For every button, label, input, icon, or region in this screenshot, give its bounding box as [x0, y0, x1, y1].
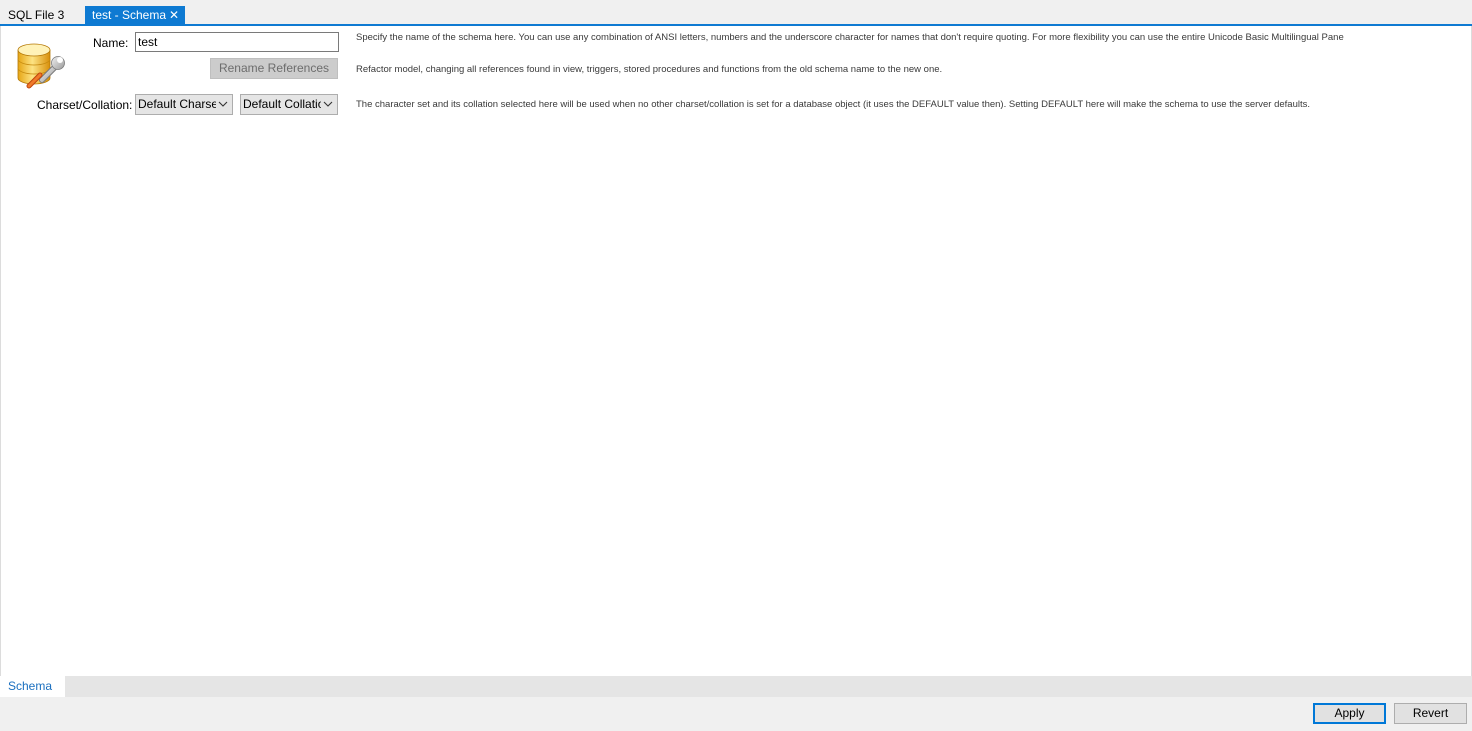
apply-button[interactable]: Apply — [1313, 703, 1386, 724]
database-wrench-icon — [17, 43, 65, 89]
charset-select-value: Default Charset — [138, 97, 216, 111]
collation-select-value: Default Collation — [243, 97, 321, 111]
editor-bottom-tabs: Schema — [0, 676, 1472, 697]
charset-collation-label: Charset/Collation: — [37, 98, 133, 112]
chevron-down-icon — [323, 101, 333, 107]
charset-select[interactable]: Default Charset — [135, 94, 233, 115]
tab-sql-file-3-label: SQL File 3 — [8, 8, 65, 22]
tab-schema[interactable]: Schema — [0, 676, 65, 697]
document-tab-strip: SQL File 3 test - Schema ✕ — [0, 6, 1472, 24]
revert-button[interactable]: Revert — [1394, 703, 1467, 724]
schema-editor-pane: Name: Rename References Charset/Collatio… — [0, 26, 1472, 676]
rename-help-text: Refactor model, changing all references … — [356, 64, 943, 75]
name-label: Name: — [93, 36, 129, 50]
tab-sql-file-3[interactable]: SQL File 3 — [0, 6, 84, 24]
chevron-down-icon — [218, 101, 228, 107]
tab-test-schema-label: test - Schema — [92, 8, 167, 22]
schema-name-input[interactable] — [135, 32, 339, 52]
schema-editor-window: SQL File 3 test - Schema ✕ Name: test Re… — [0, 0, 1472, 731]
collation-select[interactable]: Default Collation — [240, 94, 338, 115]
rename-references-button[interactable]: Rename References — [210, 58, 338, 79]
footer-bar: Apply Revert — [0, 697, 1472, 731]
name-help-text: Specify the name of the schema here. You… — [356, 32, 1344, 43]
charset-help-text: The character set and its collation sele… — [356, 99, 1311, 110]
tab-test-schema[interactable]: test - Schema ✕ — [85, 6, 185, 24]
close-icon[interactable]: ✕ — [169, 6, 179, 24]
